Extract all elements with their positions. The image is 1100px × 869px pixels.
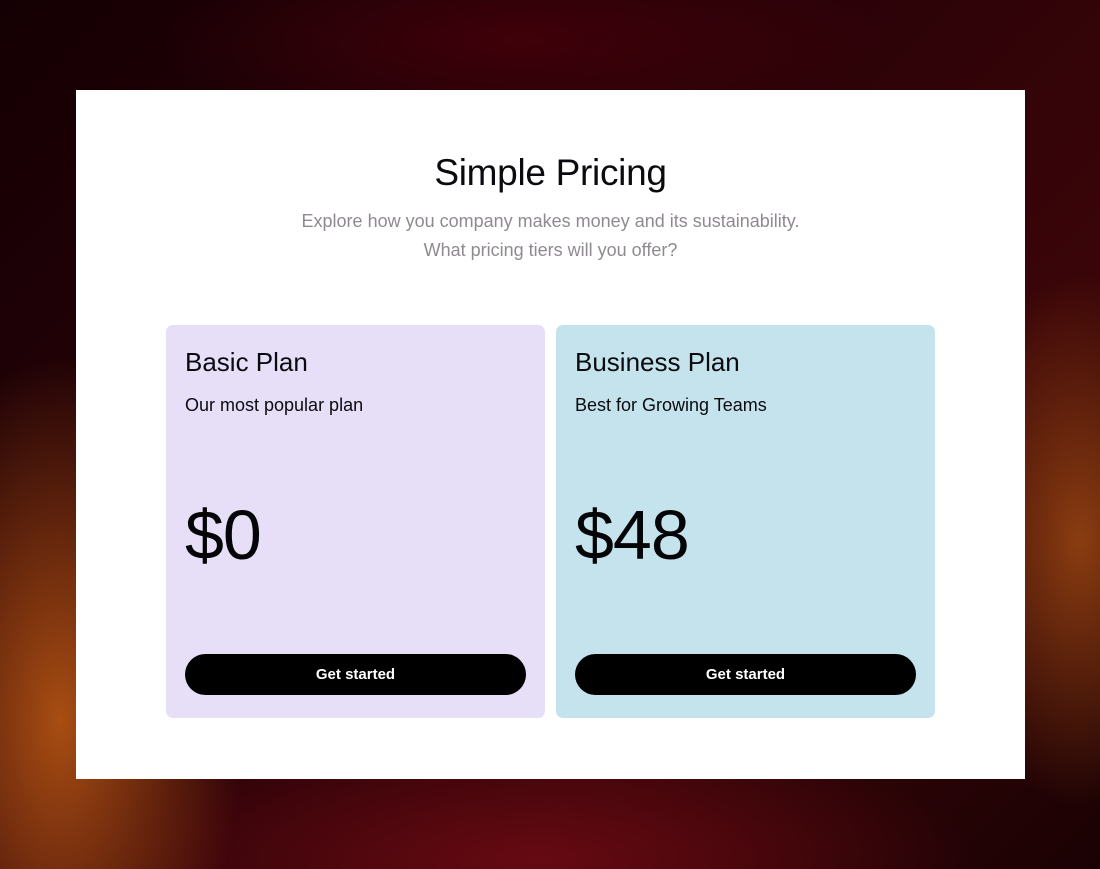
pricing-panel: Simple Pricing Explore how you company m… xyxy=(76,90,1025,779)
subtitle-line-2: What pricing tiers will you offer? xyxy=(423,240,678,260)
plan-name: Basic Plan xyxy=(185,347,308,377)
pricing-card-business: Business Plan Best for Growing Teams $48… xyxy=(556,325,935,718)
pricing-card-basic: Basic Plan Our most popular plan $0 Get … xyxy=(166,325,545,718)
plan-description: Our most popular plan xyxy=(185,395,364,415)
plan-price: $0 xyxy=(185,496,262,574)
get-started-button-business[interactable]: Get started xyxy=(575,654,916,695)
plan-description: Best for Growing Teams xyxy=(575,395,767,415)
get-started-button-basic[interactable]: Get started xyxy=(185,654,526,695)
plan-name: Business Plan xyxy=(575,347,740,377)
plan-price: $48 xyxy=(575,496,690,574)
subtitle-line-1: Explore how you company makes money and … xyxy=(301,211,800,231)
page-title: Simple Pricing xyxy=(434,152,667,193)
